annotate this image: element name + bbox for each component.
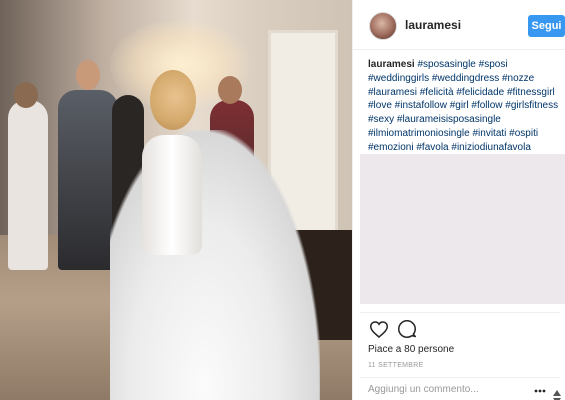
post-photo[interactable] (0, 0, 352, 400)
photo-dress-bodice (142, 135, 202, 255)
post-side-panel: lauramesi Segui lauramesi #sposasingle #… (352, 0, 565, 400)
username-link[interactable]: lauramesi (405, 18, 461, 32)
post-header: lauramesi Segui (353, 0, 565, 50)
photo-person-left (8, 100, 48, 270)
scroll-down-arrow-icon[interactable] (553, 391, 561, 400)
photo-man-suit (58, 90, 118, 270)
caption-username[interactable]: lauramesi (368, 59, 415, 70)
photo-person-left-head (14, 82, 38, 108)
post-date: 11 SETTEMBRE (368, 362, 424, 369)
photo-man-suit-head (76, 60, 100, 90)
caption-hashtags[interactable]: #sposasingle #sposi #weddinggirls #weddi… (368, 59, 558, 153)
comments-area-placeholder (360, 154, 565, 304)
comment-input[interactable] (368, 384, 528, 395)
avatar[interactable] (369, 12, 397, 40)
follow-button[interactable]: Segui (528, 15, 565, 37)
photo-man-red-shirt-head (218, 76, 242, 104)
comment-bubble-icon[interactable] (396, 318, 418, 340)
scroll-up-arrow-icon[interactable] (553, 383, 561, 396)
actions-divider (360, 312, 560, 313)
photo-bride-head (150, 70, 196, 130)
more-options-icon[interactable] (533, 384, 547, 396)
likes-count[interactable]: Piace a 80 persone (368, 344, 454, 355)
post-caption: lauramesi #sposasingle #sposi #weddinggi… (368, 58, 564, 155)
comment-divider (360, 377, 560, 378)
comment-row (353, 380, 565, 400)
heart-icon[interactable] (368, 318, 390, 340)
